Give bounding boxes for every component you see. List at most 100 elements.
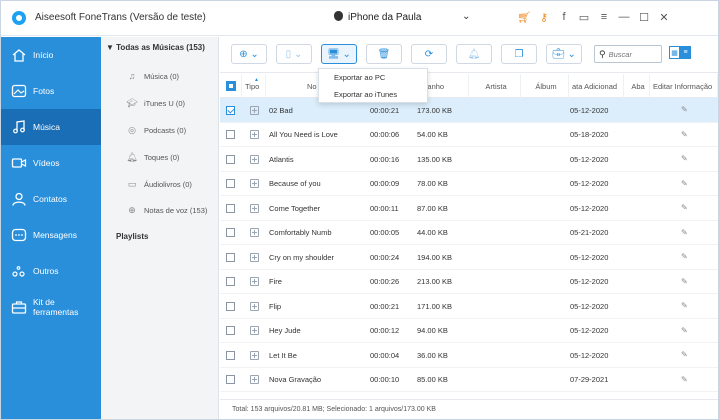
- edit-icon[interactable]: ✎: [681, 106, 689, 114]
- table-row[interactable]: 02 Bad 00:00:21 173.00 KB 05-12-2020 ✎: [220, 98, 718, 123]
- edit-icon[interactable]: ✎: [681, 375, 689, 384]
- menu-icon[interactable]: ≡: [596, 9, 612, 25]
- column-album[interactable]: Álbum: [521, 74, 569, 98]
- category-item-itunes-u[interactable]: 🎓︎ iTunes U (0): [126, 96, 185, 110]
- close-icon[interactable]: ✕: [656, 9, 672, 25]
- toolbox-button[interactable]: 💼︎ ⌄: [546, 44, 582, 64]
- column-data-adicionada[interactable]: ata Adicionad: [569, 74, 624, 98]
- row-checkbox[interactable]: [226, 154, 235, 164]
- edit-icon[interactable]: ✎: [681, 326, 689, 335]
- table-row[interactable]: Hey Jude 00:00:12 94.00 KB 05-12-2020 ✎: [220, 319, 718, 343]
- row-checkbox[interactable]: [226, 105, 235, 115]
- column-tipo[interactable]: Tipo ▲: [242, 74, 266, 98]
- monitor-export-icon: 🖥︎ ⌄: [327, 48, 351, 60]
- sidebar-item-kit-de-ferramentas[interactable]: Kit de ferramentas: [1, 289, 101, 325]
- music-icon: [11, 120, 27, 134]
- category-item-notas-de-voz[interactable]: ⊕ Notas de voz (153): [126, 203, 207, 217]
- song-size: 44.00 KB: [417, 228, 448, 237]
- row-checkbox[interactable]: [226, 375, 235, 384]
- playlists-label[interactable]: Playlists: [116, 232, 148, 241]
- sidebar-item-musica[interactable]: Música: [1, 109, 101, 145]
- column-aba[interactable]: Aba: [624, 74, 650, 98]
- title-bar: Aiseesoft FoneTrans (Versão de teste) iP…: [1, 1, 718, 36]
- sidebar-item-inicio[interactable]: Início: [1, 37, 101, 73]
- column-artista[interactable]: Artista: [469, 74, 521, 98]
- chevron-down-icon[interactable]: ⌄: [462, 11, 470, 22]
- song-date: 05-21-2020: [570, 228, 609, 237]
- window-controls: 🛒︎ ⚷ f ▭ ≡ — ☐ ✕: [516, 9, 676, 25]
- row-checkbox[interactable]: [226, 203, 235, 213]
- song-name: Atlantis: [269, 154, 294, 164]
- row-checkbox[interactable]: [226, 277, 235, 286]
- row-checkbox[interactable]: [226, 252, 235, 262]
- sidebar-item-label: Música: [33, 122, 60, 132]
- copy-button[interactable]: ❐: [501, 44, 537, 64]
- edit-icon[interactable]: ✎: [681, 155, 689, 163]
- maximize-icon[interactable]: ☐: [636, 9, 652, 25]
- menu-item-exportar-ao-pc[interactable]: Exportar ao PC: [319, 69, 427, 86]
- table-row[interactable]: Fire 00:00:26 213.00 KB 05-12-2020 ✎: [220, 270, 718, 294]
- edit-icon[interactable]: ✎: [681, 204, 689, 212]
- song-time: 00:00:21: [370, 301, 400, 311]
- edit-icon[interactable]: ✎: [681, 253, 689, 261]
- table-row[interactable]: Atlantis 00:00:16 135.00 KB 05-12-2020 ✎: [220, 147, 718, 172]
- table-row[interactable]: Cry on my shoulder 00:00:24 194.00 KB 05-12…: [220, 245, 718, 270]
- table-row[interactable]: Because of you 00:00:09 78.00 KB 05-12-2020…: [220, 172, 718, 196]
- song-time: 00:00:26: [370, 277, 400, 286]
- facebook-icon[interactable]: f: [556, 9, 572, 25]
- minimize-icon[interactable]: —: [616, 9, 632, 25]
- add-button[interactable]: ⊕ ⌄: [231, 44, 267, 64]
- edit-icon[interactable]: ✎: [681, 351, 689, 359]
- edit-icon[interactable]: ✎: [681, 179, 689, 188]
- sidebar-item-videos[interactable]: Vídeos: [1, 145, 101, 181]
- sidebar-item-label: Mensagens: [33, 230, 77, 240]
- category-item-audiolivros[interactable]: ▭ Áudiolivros (0): [126, 177, 192, 191]
- menu-item-exportar-ao-itunes[interactable]: Exportar ao iTunes: [319, 86, 427, 103]
- edit-icon[interactable]: ✎: [681, 130, 689, 139]
- voice-note-icon: [250, 130, 259, 139]
- key-icon[interactable]: ⚷: [536, 9, 552, 25]
- song-name: Let It Be: [269, 350, 297, 360]
- export-pc-button[interactable]: 🖥︎ ⌄: [321, 44, 357, 64]
- edit-icon[interactable]: ✎: [681, 277, 689, 286]
- table-row[interactable]: Come Together 00:00:11 87.00 KB 05-12-2020 ✎: [220, 196, 718, 221]
- sidebar-item-outros[interactable]: Outros: [1, 253, 101, 289]
- table-row[interactable]: Let It Be 00:00:04 36.00 KB 05-12-2020 ✎: [220, 343, 718, 368]
- row-checkbox[interactable]: [226, 326, 235, 335]
- row-checkbox[interactable]: [226, 228, 235, 237]
- row-checkbox[interactable]: [226, 179, 235, 188]
- category-item-podcasts[interactable]: ◎ Podcasts (0): [126, 123, 186, 137]
- list-view-icon[interactable]: ≡: [680, 46, 691, 59]
- sidebar-item-mensagens[interactable]: Mensagens: [1, 217, 101, 253]
- sidebar-item-fotos[interactable]: Fotos: [1, 73, 101, 109]
- row-checkbox[interactable]: [226, 301, 235, 311]
- table-row[interactable]: All You Need is Love 00:00:06 54.00 KB 05-1…: [220, 123, 718, 147]
- table-row[interactable]: Nova Gravação 00:00:10 85.00 KB 07-29-2021 ✎: [220, 368, 718, 392]
- edit-icon[interactable]: ✎: [681, 228, 689, 237]
- device-transfer-button[interactable]: ▯ ⌄: [276, 44, 312, 64]
- category-header[interactable]: ▼ Todas as Músicas (153): [106, 43, 205, 52]
- column-editar-informacao[interactable]: Editar Informação: [650, 74, 718, 98]
- cart-icon[interactable]: 🛒︎: [516, 9, 532, 25]
- contact-icon: [11, 192, 27, 206]
- refresh-button[interactable]: ⟳: [411, 44, 447, 64]
- search-input[interactable]: [608, 49, 657, 59]
- category-item-musica[interactable]: ♫ Música (0): [126, 69, 179, 83]
- sidebar-item-contatos[interactable]: Contatos: [1, 181, 101, 217]
- table-row[interactable]: Comfortably Numb 00:00:05 44.00 KB 05-21-20…: [220, 221, 718, 245]
- row-checkbox[interactable]: [226, 130, 235, 139]
- device-selector[interactable]: iPhone da Paula: [334, 11, 421, 23]
- delete-button[interactable]: 🗑︎: [366, 44, 402, 64]
- category-item-toques[interactable]: 🔔︎ Toques (0): [126, 150, 179, 164]
- row-checkbox[interactable]: [226, 350, 235, 360]
- song-size: 85.00 KB: [417, 375, 448, 384]
- table-row[interactable]: Flip 00:00:21 171.00 KB 05-12-2020 ✎: [220, 294, 718, 319]
- itunes-u-icon: 🎓︎: [126, 97, 138, 108]
- edit-icon[interactable]: ✎: [681, 302, 689, 310]
- select-all-checkbox[interactable]: [220, 74, 242, 98]
- search-box[interactable]: ⚲: [594, 45, 662, 63]
- song-date: 05-12-2020: [570, 350, 609, 360]
- grid-view-icon[interactable]: ▦: [669, 46, 680, 59]
- chat-icon[interactable]: ▭: [576, 9, 592, 25]
- ringtone-button[interactable]: 🔔︎: [456, 44, 492, 64]
